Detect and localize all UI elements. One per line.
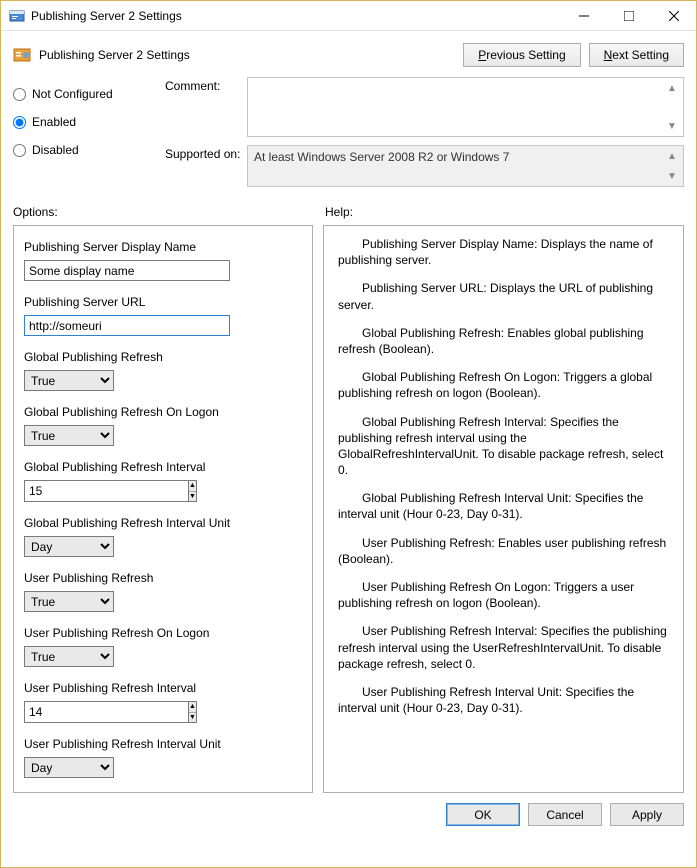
user-refresh-select[interactable]: True (24, 591, 114, 612)
spin-down-icon[interactable]: ▼ (189, 713, 196, 723)
options-panel: Publishing Server Display Name Publishin… (13, 225, 313, 793)
apply-button[interactable]: Apply (610, 803, 684, 826)
help-text: User Publishing Refresh Interval Unit: S… (338, 684, 669, 716)
global-refresh-interval-input[interactable] (24, 480, 188, 502)
url-label: Publishing Server URL (24, 295, 302, 309)
help-panel: Publishing Server Display Name: Displays… (323, 225, 684, 793)
user-refresh-interval-spinner[interactable]: ▲▼ (24, 701, 134, 723)
url-input[interactable] (24, 315, 230, 336)
app-icon (9, 8, 25, 24)
help-text: User Publishing Refresh: Enables user pu… (338, 535, 669, 567)
options-heading: Options: (13, 205, 325, 219)
main-split: Publishing Server Display Name Publishin… (1, 221, 696, 793)
enabled-radio[interactable] (13, 116, 26, 129)
user-refresh-interval-input[interactable] (24, 701, 188, 723)
dialog-buttons: OK Cancel Apply (1, 793, 696, 836)
global-refresh-unit-select[interactable]: Day (24, 536, 114, 557)
comment-label: Comment: (165, 77, 247, 137)
global-refresh-label: Global Publishing Refresh (24, 350, 302, 364)
scroll-up-icon[interactable]: ▲ (664, 80, 680, 96)
section-headers: Options: Help: (1, 201, 696, 221)
help-text: Global Publishing Refresh On Logon: Trig… (338, 369, 669, 401)
next-setting-button[interactable]: Next Setting (589, 43, 684, 67)
help-text: Global Publishing Refresh Interval: Spec… (338, 414, 669, 479)
scroll-down-icon[interactable]: ▼ (664, 168, 680, 184)
user-refresh-unit-select[interactable]: Day (24, 757, 114, 778)
config-area: Not Configured Enabled Disabled Comment:… (1, 73, 696, 201)
help-text: Publishing Server URL: Displays the URL … (338, 280, 669, 312)
user-refresh-unit-label: User Publishing Refresh Interval Unit (24, 737, 302, 751)
titlebar: Publishing Server 2 Settings (1, 1, 696, 31)
help-text: Publishing Server Display Name: Displays… (338, 236, 669, 268)
cancel-button[interactable]: Cancel (528, 803, 602, 826)
user-refresh-interval-label: User Publishing Refresh Interval (24, 681, 302, 695)
header-row: Publishing Server 2 Settings Previous Se… (1, 31, 696, 73)
global-refresh-interval-spinner[interactable]: ▲▼ (24, 480, 134, 502)
display-name-input[interactable] (24, 260, 230, 281)
window-title: Publishing Server 2 Settings (31, 9, 561, 23)
help-text: Global Publishing Refresh: Enables globa… (338, 325, 669, 357)
supported-label: Supported on: (165, 145, 247, 187)
supported-on-box: At least Windows Server 2008 R2 or Windo… (247, 145, 684, 187)
user-refresh-label: User Publishing Refresh (24, 571, 302, 585)
scroll-up-icon[interactable]: ▲ (664, 148, 680, 164)
global-refresh-logon-label: Global Publishing Refresh On Logon (24, 405, 302, 419)
display-name-label: Publishing Server Display Name (24, 240, 302, 254)
disabled-radio[interactable] (13, 144, 26, 157)
enabled-label: Enabled (32, 115, 76, 129)
spin-up-icon[interactable]: ▲ (189, 481, 196, 492)
global-refresh-logon-select[interactable]: True (24, 425, 114, 446)
maximize-button[interactable] (606, 1, 651, 30)
settings-icon (13, 46, 31, 64)
help-text: Global Publishing Refresh Interval Unit:… (338, 490, 669, 522)
minimize-button[interactable] (561, 1, 606, 30)
help-text: User Publishing Refresh On Logon: Trigge… (338, 579, 669, 611)
user-refresh-logon-select[interactable]: True (24, 646, 114, 667)
user-refresh-logon-label: User Publishing Refresh On Logon (24, 626, 302, 640)
previous-setting-button[interactable]: Previous Setting (463, 43, 580, 67)
global-refresh-unit-label: Global Publishing Refresh Interval Unit (24, 516, 302, 530)
help-text: User Publishing Refresh Interval: Specif… (338, 623, 669, 672)
ok-button[interactable]: OK (446, 803, 520, 826)
help-heading: Help: (325, 205, 684, 219)
comment-textarea[interactable]: ▲ ▼ (247, 77, 684, 137)
global-refresh-interval-label: Global Publishing Refresh Interval (24, 460, 302, 474)
spin-up-icon[interactable]: ▲ (189, 702, 196, 713)
close-button[interactable] (651, 1, 696, 30)
not-configured-radio[interactable] (13, 88, 26, 101)
state-radios: Not Configured Enabled Disabled (13, 77, 153, 195)
scroll-down-icon[interactable]: ▼ (664, 118, 680, 134)
disabled-label: Disabled (32, 143, 79, 157)
global-refresh-select[interactable]: True (24, 370, 114, 391)
supported-on-value: At least Windows Server 2008 R2 or Windo… (254, 150, 509, 164)
page-title: Publishing Server 2 Settings (39, 48, 455, 62)
spin-down-icon[interactable]: ▼ (189, 492, 196, 502)
not-configured-label: Not Configured (32, 87, 113, 101)
